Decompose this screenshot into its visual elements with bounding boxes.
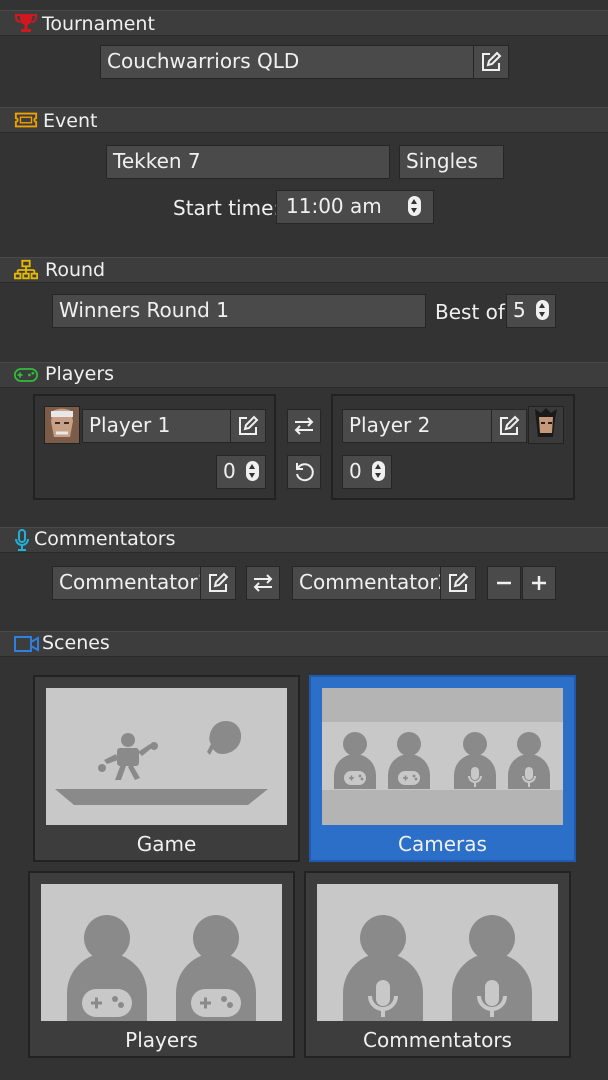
- scene-game-label: Game: [136, 832, 197, 856]
- player2-score-value: 0: [349, 459, 362, 483]
- player2-name-field[interactable]: Player 2: [342, 409, 492, 443]
- players-layout-icon: [67, 915, 256, 1021]
- bracket-icon: [14, 259, 38, 280]
- best-of-input[interactable]: 5: [506, 294, 556, 328]
- swap-icon: [253, 574, 273, 592]
- start-time-label: Start time:: [173, 196, 281, 220]
- scene-players-button[interactable]: Players: [28, 871, 295, 1058]
- tournament-header-label: Tournament: [42, 13, 155, 35]
- commentator1-edit-button[interactable]: [200, 566, 236, 600]
- players-header-label: Players: [45, 363, 115, 385]
- tournament-edit-button[interactable]: [473, 45, 509, 79]
- scene-cameras-button[interactable]: Cameras: [309, 675, 576, 862]
- player2-character-icon: [529, 407, 563, 443]
- round-header-label: Round: [45, 259, 106, 281]
- player1-score-spinner[interactable]: [246, 461, 259, 481]
- reset-icon: [296, 463, 314, 482]
- scene-cameras-label: Cameras: [398, 832, 487, 856]
- scene-commentators-label: Commentators: [363, 1028, 512, 1052]
- start-time-input[interactable]: 11:00 am: [276, 190, 434, 224]
- best-of-value: 5: [513, 298, 526, 322]
- scene-commentators-button[interactable]: Commentators: [304, 871, 571, 1058]
- player1-edit-button[interactable]: [230, 409, 266, 443]
- player2-score-spinner[interactable]: [372, 461, 385, 481]
- edit-icon: [239, 415, 259, 435]
- add-commentator-button[interactable]: [522, 566, 556, 600]
- microphone-icon: [15, 529, 29, 551]
- player2-edit-button[interactable]: [491, 409, 527, 443]
- scene-players-label: Players: [125, 1028, 198, 1052]
- commentator2-edit-button[interactable]: [440, 566, 476, 600]
- edit-icon: [500, 415, 520, 435]
- player2-score-input[interactable]: 0: [342, 455, 392, 489]
- swap-players-button[interactable]: [287, 409, 321, 443]
- event-game-field[interactable]: Tekken 7: [106, 145, 390, 179]
- edit-icon: [209, 572, 229, 592]
- edit-icon: [482, 51, 502, 71]
- player1-name-field[interactable]: Player 1: [82, 409, 231, 443]
- trophy-icon: [15, 14, 37, 32]
- minus-icon: [497, 581, 511, 585]
- edit-icon: [449, 572, 469, 592]
- plus-icon: [532, 576, 546, 590]
- commentators-header-label: Commentators: [34, 528, 176, 550]
- swap-icon: [294, 417, 314, 435]
- scenes-header-label: Scenes: [42, 632, 110, 654]
- best-of-label: Best of: [435, 300, 505, 324]
- commentators-layout-icon: [343, 915, 532, 1021]
- round-name-field[interactable]: Winners Round 1: [52, 294, 426, 328]
- player1-character-icon: [45, 407, 79, 443]
- ticket-icon: [14, 112, 38, 128]
- best-of-spinner[interactable]: [536, 300, 549, 320]
- player1-score-input[interactable]: 0: [216, 455, 266, 489]
- swap-commentators-button[interactable]: [246, 566, 280, 600]
- game-stage-icon: [55, 721, 268, 805]
- player1-avatar: [44, 406, 80, 444]
- event-header-label: Event: [43, 110, 98, 132]
- scene-cameras-thumbnail: [322, 688, 563, 825]
- player1-score-value: 0: [223, 459, 236, 483]
- scene-players-thumbnail: [41, 884, 282, 1021]
- video-camera-icon: [14, 636, 39, 652]
- event-format-field[interactable]: Singles: [399, 145, 504, 179]
- gamepad-icon: [14, 368, 38, 382]
- scene-commentators-thumbnail: [317, 884, 558, 1021]
- remove-commentator-button[interactable]: [487, 566, 521, 600]
- tournament-name-field[interactable]: Couchwarriors QLD: [100, 45, 474, 79]
- scene-game-button[interactable]: Game: [33, 675, 300, 862]
- commentator1-name-field[interactable]: Commentator1: [52, 566, 201, 600]
- reset-scores-button[interactable]: [287, 455, 321, 489]
- scene-game-thumbnail: [46, 688, 287, 825]
- commentator2-name-field[interactable]: Commentator2: [292, 566, 441, 600]
- player2-avatar: [528, 406, 564, 444]
- start-time-value: 11:00 am: [286, 194, 382, 218]
- start-time-spinner[interactable]: [408, 196, 421, 216]
- cameras-layout-icon: [322, 688, 563, 825]
